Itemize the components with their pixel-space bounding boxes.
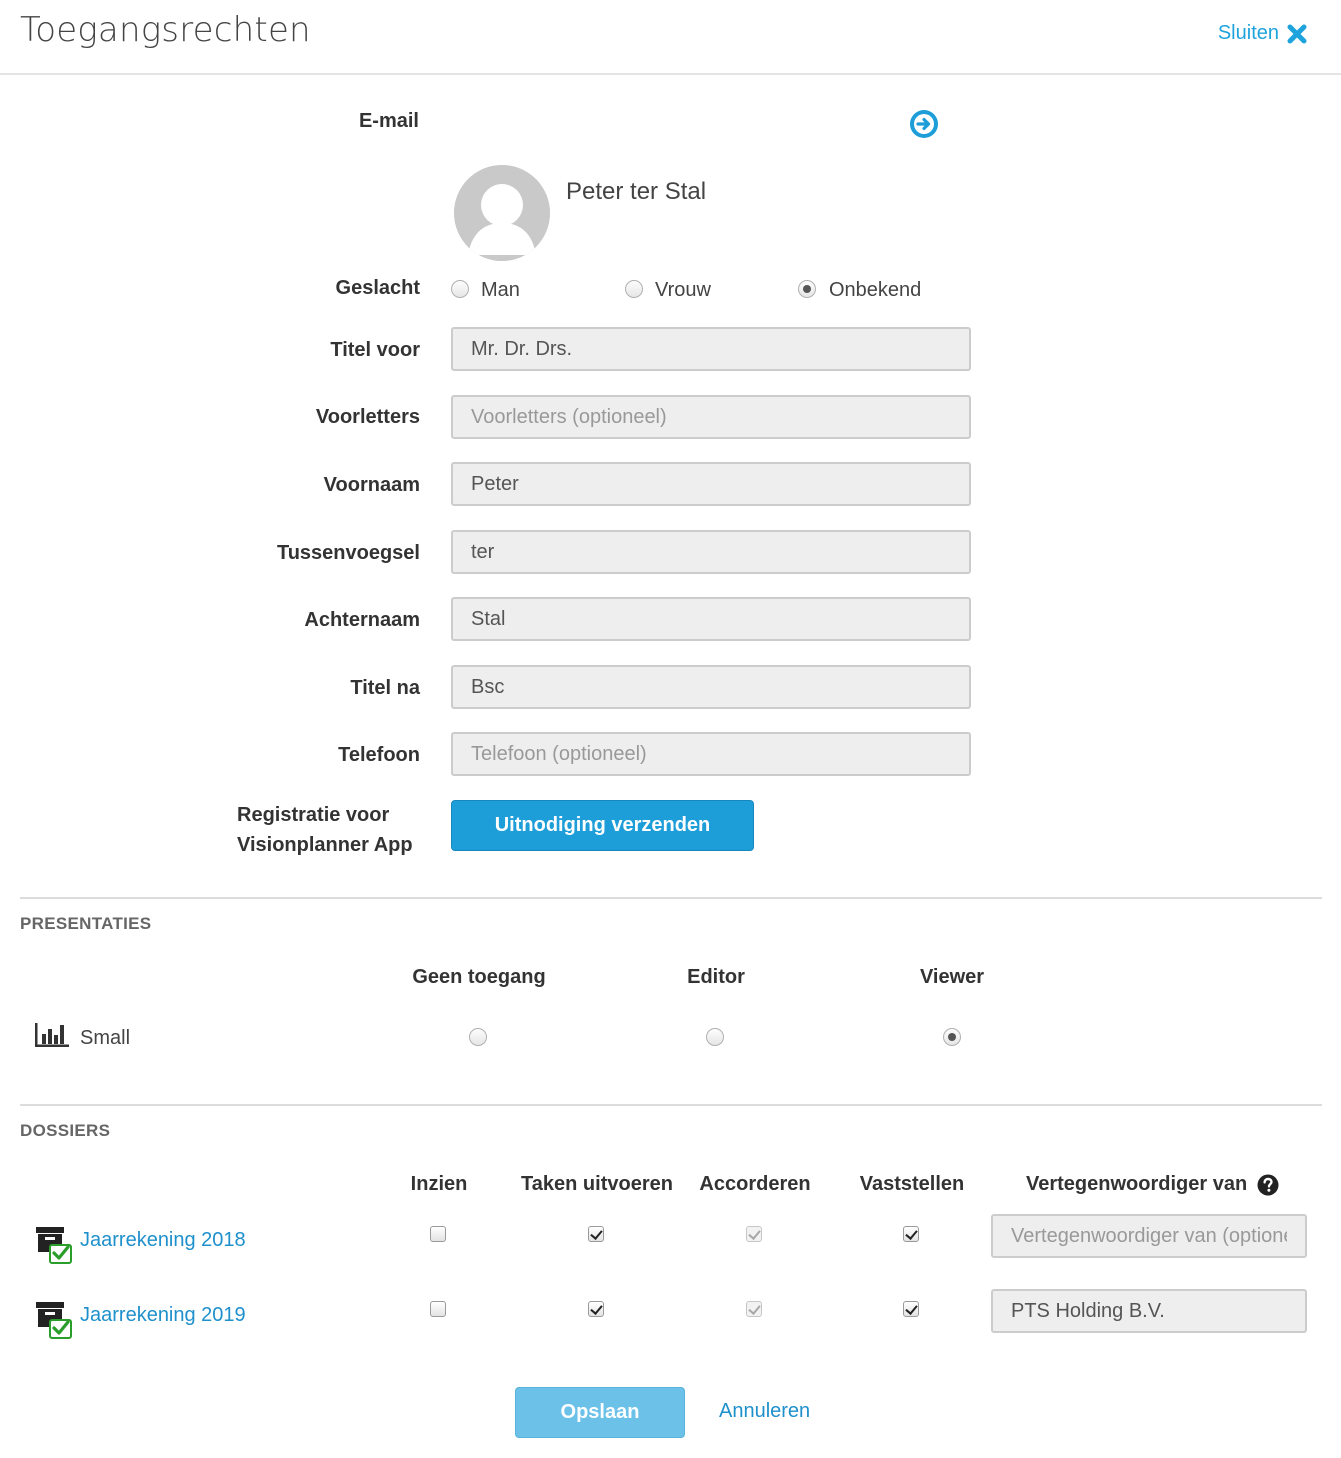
user-silhouette-icon <box>454 165 550 261</box>
presentation-name: Small <box>80 1027 131 1049</box>
col-vertegenwoordiger: Vertegenwoordiger van <box>1026 1173 1279 1196</box>
achternaam-input[interactable] <box>451 597 971 641</box>
achternaam-label: Achternaam <box>304 609 420 631</box>
voornaam-input[interactable] <box>451 462 971 506</box>
presentation-viewer-radio[interactable] <box>943 1028 961 1046</box>
cancel-link[interactable]: Annuleren <box>719 1400 810 1423</box>
dossier-2018-vaststellen-checkbox[interactable] <box>903 1226 919 1242</box>
dossier-2019-vertegenwoordiger-input[interactable] <box>991 1289 1307 1333</box>
dossier-2018-taken-checkbox[interactable] <box>588 1226 604 1242</box>
col-taken-uitvoeren: Taken uitvoeren <box>521 1173 673 1195</box>
dossier-link-2018[interactable]: Jaarrekening 2018 <box>80 1229 246 1252</box>
titel-voor-label: Titel voor <box>330 339 420 361</box>
dossier-2019-inzien-checkbox[interactable] <box>430 1301 446 1317</box>
close-button[interactable]: Sluiten <box>1218 22 1307 45</box>
registration-label-line1: Registratie voor <box>237 804 390 826</box>
header-divider <box>0 73 1341 75</box>
dossier-2019-taken-checkbox[interactable] <box>588 1301 604 1317</box>
presentation-editor-radio[interactable] <box>706 1028 724 1046</box>
col-inzien: Inzien <box>410 1173 468 1195</box>
titel-na-label: Titel na <box>350 677 420 699</box>
presentation-geen-toegang-radio[interactable] <box>469 1028 487 1046</box>
gender-vrouw-label: Vrouw <box>655 279 711 301</box>
gender-onbekend-label: Onbekend <box>829 279 922 301</box>
archive-check-icon <box>36 1302 72 1339</box>
dossiers-title: DOSSIERS <box>20 1121 111 1140</box>
help-icon[interactable] <box>1257 1174 1279 1196</box>
telefoon-label: Telefoon <box>338 744 420 766</box>
send-invitation-button[interactable]: Uitnodiging verzenden <box>451 800 754 851</box>
titel-na-input[interactable] <box>451 665 971 709</box>
bar-chart-icon <box>35 1023 69 1047</box>
col-accorderen: Accorderen <box>699 1173 811 1195</box>
arrow-right-circle-icon[interactable] <box>909 109 939 139</box>
gender-onbekend-radio[interactable] <box>798 280 816 298</box>
email-label: E-mail <box>358 110 419 132</box>
avatar <box>454 165 550 261</box>
col-geen-toegang: Geen toegang <box>412 966 546 988</box>
col-vaststellen: Vaststellen <box>859 1173 965 1195</box>
save-button[interactable]: Opslaan <box>515 1387 685 1438</box>
dossiers-divider <box>20 1104 1322 1106</box>
telefoon-input[interactable] <box>451 732 971 776</box>
gender-man-label: Man <box>481 279 520 301</box>
col-vertegenwoordiger-label: Vertegenwoordiger van <box>1026 1173 1248 1195</box>
col-editor: Editor <box>687 966 745 988</box>
dossier-link-2019[interactable]: Jaarrekening 2019 <box>80 1304 246 1327</box>
user-display-name: Peter ter Stal <box>566 178 707 205</box>
presentaties-divider <box>20 897 1322 899</box>
tussenvoegsel-label: Tussenvoegsel <box>276 542 420 564</box>
registration-label-line2: Visionplanner App <box>237 834 413 856</box>
presentaties-title: PRESENTATIES <box>20 914 152 933</box>
close-icon <box>1287 24 1307 43</box>
col-viewer: Viewer <box>919 966 985 988</box>
gender-vrouw-radio[interactable] <box>625 280 643 298</box>
dossier-2018-inzien-checkbox[interactable] <box>430 1226 446 1242</box>
gender-man-radio[interactable] <box>451 280 469 298</box>
archive-check-icon <box>36 1227 72 1264</box>
dossier-2018-vertegenwoordiger-input[interactable] <box>991 1214 1307 1258</box>
close-label: Sluiten <box>1217 22 1279 44</box>
voorletters-input[interactable] <box>451 395 971 439</box>
gender-label: Geslacht <box>335 277 420 299</box>
voorletters-label: Voorletters <box>315 406 420 428</box>
voornaam-label: Voornaam <box>323 474 420 496</box>
dossier-2018-accorderen-checkbox <box>746 1226 762 1242</box>
titel-voor-input[interactable] <box>451 327 971 371</box>
dossier-2019-vaststellen-checkbox[interactable] <box>903 1301 919 1317</box>
dossier-2019-accorderen-checkbox <box>746 1301 762 1317</box>
page-title: Toegangsrechten <box>20 10 311 50</box>
tussenvoegsel-input[interactable] <box>451 530 971 574</box>
